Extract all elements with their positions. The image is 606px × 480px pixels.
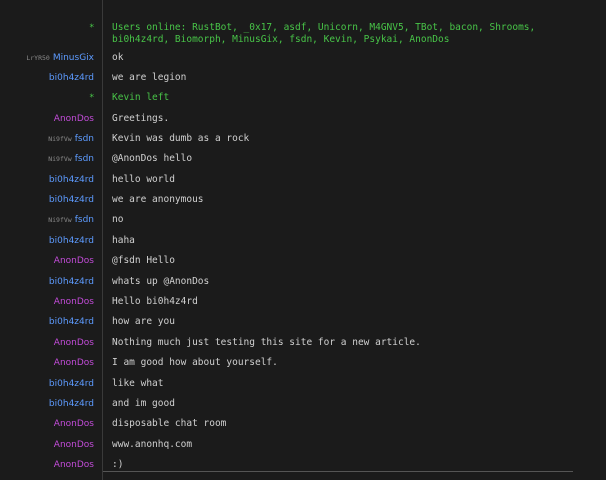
nickname[interactable]: bi0h4z4rd — [49, 175, 94, 185]
message-text: whats up @AnonDos — [112, 276, 210, 287]
nickname[interactable]: MinusGix — [53, 53, 94, 63]
system-message: * Users online: RustBot, _0x17, asdf, Uni… — [0, 22, 606, 46]
message-nick-column: bi0h4z4rd — [0, 174, 102, 186]
nickname[interactable]: bi0h4z4rd — [49, 195, 94, 205]
system-message: * Kevin left — [0, 92, 606, 104]
chat-message: bi0h4z4rd how are you — [0, 316, 606, 328]
message-text: Nothing much just testing this site for … — [112, 337, 421, 348]
message-nick-column: AnonDos — [0, 337, 102, 349]
message-nick-column: * — [0, 92, 102, 104]
message-text: www.anonhq.com — [112, 439, 193, 450]
nickname[interactable]: AnonDos — [54, 358, 94, 368]
message-nick-column: bi0h4z4rd — [0, 194, 102, 206]
system-marker: * — [89, 23, 95, 33]
message-nick-column: bi0h4z4rd — [0, 378, 102, 390]
message-text: Users online: RustBot, _0x17, asdf, Unic… — [112, 22, 541, 45]
chat-message: AnonDos disposable chat room — [0, 418, 606, 430]
chat-message: AnonDos:) — [0, 459, 606, 471]
nickname[interactable]: AnonDos — [54, 256, 94, 266]
chat-message: bi0h4z4rd haha — [0, 235, 606, 247]
nickname[interactable]: bi0h4z4rd — [49, 236, 94, 246]
message-nick-column: AnonDos — [0, 113, 102, 125]
message-text: :) — [112, 459, 124, 470]
nickname[interactable]: bi0h4z4rd — [49, 277, 94, 287]
chat-message: Ni9fVw fsdn Kevin was dumb as a rock — [0, 133, 606, 145]
chat-input-underline[interactable] — [103, 471, 573, 472]
chat-message: LrYR50 MinusGix ok — [0, 52, 606, 64]
chat-message: bi0h4z4rd and im good — [0, 398, 606, 410]
message-text: like what — [112, 378, 164, 389]
chat-message: AnonDos Hello bi0h4z4rd — [0, 296, 606, 308]
nickname[interactable]: fsdn — [75, 215, 94, 225]
nickname[interactable]: AnonDos — [54, 297, 94, 307]
message-nick-column: LrYR50 MinusGix — [0, 52, 102, 64]
nickname[interactable]: AnonDos — [54, 114, 94, 124]
chat-message: bi0h4z4rd we are legion — [0, 72, 606, 84]
chat-message: AnonDos www.anonhq.com — [0, 439, 606, 451]
tripcode: Ni9fVw — [48, 135, 72, 143]
nickname[interactable]: bi0h4z4rd — [49, 317, 94, 327]
nickname[interactable]: fsdn — [75, 154, 94, 164]
message-text: ok — [112, 52, 124, 63]
chat-message: AnonDos Nothing much just testing this si… — [0, 337, 606, 349]
message-nick-column: Ni9fVw fsdn — [0, 133, 102, 145]
nickname[interactable]: AnonDos — [54, 338, 94, 348]
nickname[interactable]: AnonDos — [54, 460, 94, 470]
message-text: how are you — [112, 316, 175, 327]
chat-message: AnonDos Greetings. — [0, 113, 606, 125]
nickname[interactable]: AnonDos — [54, 440, 94, 450]
tripcode: Ni9fVw — [48, 216, 72, 224]
message-text: no — [112, 214, 124, 225]
chat-message: bi0h4z4rd like what — [0, 378, 606, 390]
chat-message: bi0h4z4rd whats up @AnonDos — [0, 276, 606, 288]
message-nick-column: AnonDos — [0, 357, 102, 369]
message-nick-column: AnonDos — [0, 255, 102, 267]
message-nick-column: * — [0, 22, 102, 34]
message-text: hello world — [112, 174, 175, 185]
chat-message: Ni9fVw fsdn no — [0, 214, 606, 226]
message-nick-column: AnonDos — [0, 296, 102, 308]
nickname[interactable]: bi0h4z4rd — [49, 73, 94, 83]
message-text: Kevin left — [112, 92, 170, 103]
message-nick-column: Ni9fVw fsdn — [0, 153, 102, 165]
chat-window: * Users online: RustBot, _0x17, asdf, Uni… — [0, 0, 606, 480]
message-text: and im good — [112, 398, 175, 409]
chat-message: bi0h4z4rd hello world — [0, 174, 606, 186]
tripcode: Ni9fVw — [48, 155, 72, 163]
nickname[interactable]: AnonDos — [54, 419, 94, 429]
system-marker: * — [89, 93, 95, 103]
message-text: I am good how about yourself. — [112, 357, 278, 368]
nickname[interactable]: bi0h4z4rd — [49, 399, 94, 409]
chat-message: Ni9fVw fsdn @AnonDos hello — [0, 153, 606, 165]
message-nick-column: AnonDos — [0, 439, 102, 451]
message-text: @AnonDos hello — [112, 153, 193, 164]
message-nick-column: Ni9fVw fsdn — [0, 214, 102, 226]
message-text: disposable chat room — [112, 418, 227, 429]
message-text: Hello bi0h4z4rd — [112, 296, 198, 307]
tripcode: LrYR50 — [26, 54, 50, 62]
nickname[interactable]: fsdn — [75, 134, 94, 144]
nickname[interactable]: bi0h4z4rd — [49, 379, 94, 389]
chat-message: AnonDos I am good how about yourself. — [0, 357, 606, 369]
message-nick-column: bi0h4z4rd — [0, 398, 102, 410]
message-nick-column: bi0h4z4rd — [0, 72, 102, 84]
message-text: @fsdn Hello — [112, 255, 175, 266]
message-text: Kevin was dumb as a rock — [112, 133, 250, 144]
chat-message: AnonDos @fsdn Hello — [0, 255, 606, 267]
message-nick-column: AnonDos — [0, 459, 102, 471]
message-nick-column: AnonDos — [0, 418, 102, 430]
message-text: haha — [112, 235, 135, 246]
message-text: we are legion — [112, 72, 187, 83]
message-text: Greetings. — [112, 113, 170, 124]
chat-message: bi0h4z4rd we are anonymous — [0, 194, 606, 206]
message-nick-column: bi0h4z4rd — [0, 316, 102, 328]
message-text: we are anonymous — [112, 194, 204, 205]
message-nick-column: bi0h4z4rd — [0, 235, 102, 247]
message-nick-column: bi0h4z4rd — [0, 276, 102, 288]
